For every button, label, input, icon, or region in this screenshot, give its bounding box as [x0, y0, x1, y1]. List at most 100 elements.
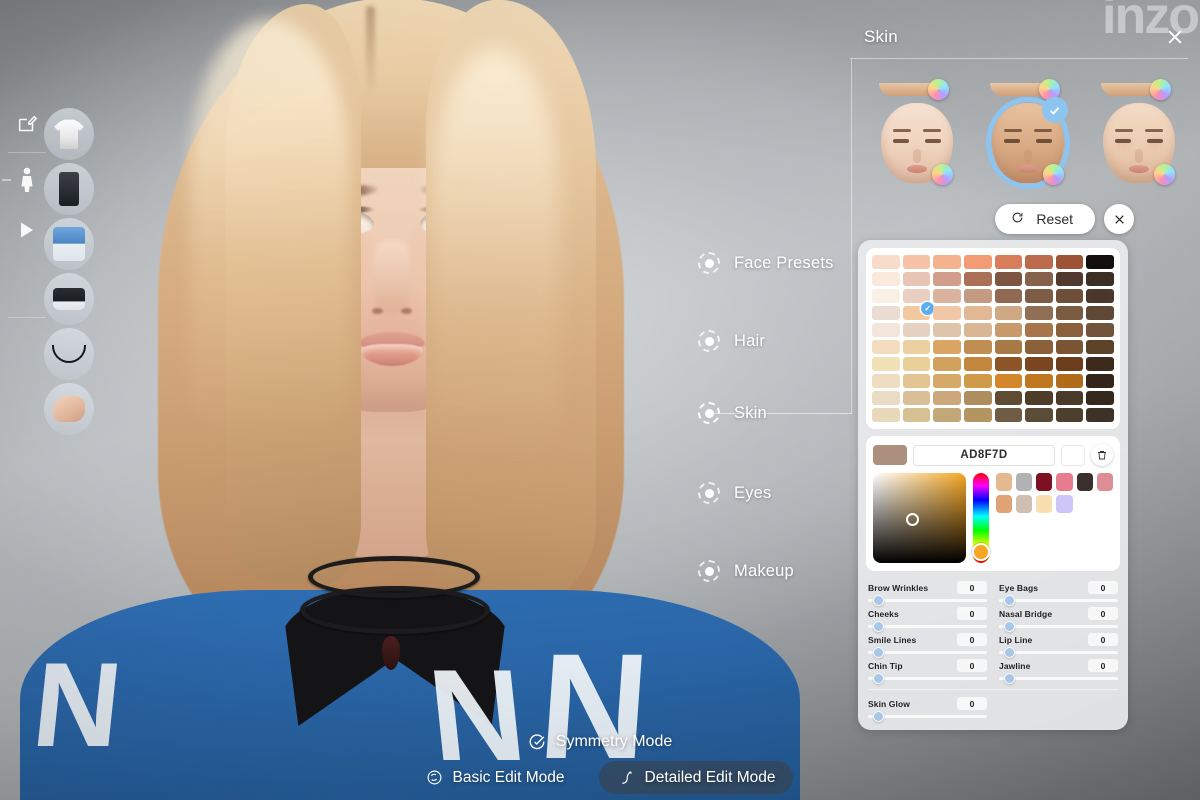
slider-track[interactable]	[999, 673, 1118, 684]
palette-swatch[interactable]	[1025, 357, 1053, 371]
menu-item-face-presets[interactable]: Face Presets	[698, 252, 834, 274]
palette-swatch[interactable]	[994, 323, 1023, 337]
palette-swatch[interactable]	[902, 357, 931, 371]
palette-swatch[interactable]	[994, 357, 1023, 371]
palette-swatch[interactable]	[963, 272, 992, 286]
palette-swatch[interactable]	[1086, 255, 1114, 269]
outfit-necklace[interactable]	[44, 328, 94, 380]
slider-thumb[interactable]	[1003, 595, 1015, 606]
palette-swatch[interactable]	[963, 340, 992, 354]
basic-edit-mode-button[interactable]: Basic Edit Mode	[407, 761, 583, 794]
palette-swatch[interactable]	[994, 289, 1023, 303]
menu-item-hair[interactable]: Hair	[698, 330, 765, 352]
body-icon[interactable]	[2, 163, 44, 197]
edit-icon[interactable]	[10, 108, 44, 142]
palette-swatch[interactable]	[1025, 255, 1053, 269]
palette-swatch[interactable]	[872, 340, 900, 354]
color-wheel-icon[interactable]	[1150, 79, 1172, 100]
slider-value[interactable]: 0	[1088, 581, 1118, 594]
recent-color-swatch[interactable]	[1016, 473, 1033, 491]
palette-swatch[interactable]	[933, 323, 961, 337]
palette-swatch[interactable]	[1055, 357, 1084, 371]
hue-slider[interactable]	[972, 473, 990, 563]
palette-swatch[interactable]	[1055, 289, 1084, 303]
recent-color-swatch[interactable]	[1076, 473, 1093, 491]
outfit-tshirt[interactable]	[44, 108, 94, 160]
slider-track[interactable]	[868, 595, 987, 606]
recent-color-swatch[interactable]	[1056, 473, 1073, 491]
color-wheel-icon[interactable]	[1042, 164, 1064, 185]
palette-swatch[interactable]	[1025, 289, 1053, 303]
palette-swatch[interactable]	[1086, 357, 1114, 371]
slider-value[interactable]: 0	[957, 607, 987, 620]
slider-value[interactable]: 0	[957, 633, 987, 646]
palette-swatch[interactable]	[933, 391, 961, 405]
hex-value-field[interactable]: AD8F7D	[913, 444, 1055, 466]
palette-swatch[interactable]	[1055, 255, 1084, 269]
palette-swatch[interactable]	[994, 391, 1023, 405]
palette-swatch[interactable]	[1055, 272, 1084, 286]
recent-color-swatch[interactable]	[1056, 495, 1073, 513]
skin-palette-grid[interactable]: ✓	[872, 255, 1114, 422]
face-preset-3[interactable]	[1095, 75, 1181, 193]
palette-swatch[interactable]	[1055, 374, 1084, 388]
palette-swatch[interactable]	[963, 255, 992, 269]
hue-slider-handle[interactable]	[972, 543, 990, 561]
slider-thumb[interactable]	[872, 673, 884, 684]
palette-swatch[interactable]	[963, 306, 992, 320]
palette-swatch[interactable]	[933, 289, 961, 303]
palette-swatch[interactable]	[902, 408, 931, 422]
palette-swatch[interactable]	[994, 374, 1023, 388]
palette-swatch[interactable]	[1055, 408, 1084, 422]
palette-swatch[interactable]	[902, 255, 931, 269]
palette-swatch[interactable]	[1055, 306, 1084, 320]
palette-swatch[interactable]	[1086, 340, 1114, 354]
palette-swatch[interactable]	[1086, 323, 1114, 337]
current-color-swatch[interactable]	[873, 445, 907, 465]
palette-swatch[interactable]	[872, 255, 900, 269]
slider-thumb[interactable]	[872, 595, 884, 606]
close-icon[interactable]	[1162, 24, 1188, 50]
palette-swatch[interactable]	[902, 374, 931, 388]
slider-thumb[interactable]	[1003, 647, 1015, 658]
alpha-swatch[interactable]	[1061, 444, 1085, 466]
color-wheel-icon[interactable]	[1154, 164, 1176, 185]
palette-swatch[interactable]	[1055, 323, 1084, 337]
editor-close-button[interactable]	[1104, 204, 1134, 234]
palette-swatch[interactable]	[963, 357, 992, 371]
palette-swatch[interactable]	[994, 340, 1023, 354]
palette-swatch[interactable]	[1025, 306, 1053, 320]
palette-swatch[interactable]	[994, 408, 1023, 422]
slider-value[interactable]: 0	[1088, 659, 1118, 672]
palette-swatch[interactable]	[963, 391, 992, 405]
palette-swatch[interactable]	[963, 323, 992, 337]
palette-swatch[interactable]	[902, 323, 931, 337]
palette-swatch[interactable]	[872, 408, 900, 422]
slider-value[interactable]: 0	[1088, 607, 1118, 620]
palette-swatch[interactable]	[872, 289, 900, 303]
palette-swatch[interactable]	[963, 408, 992, 422]
color-wheel-icon[interactable]	[931, 164, 953, 185]
reset-button[interactable]: Reset	[995, 204, 1095, 234]
palette-swatch[interactable]	[902, 391, 931, 405]
menu-item-skin[interactable]: Skin	[698, 402, 767, 424]
palette-swatch[interactable]	[1025, 408, 1053, 422]
menu-item-eyes[interactable]: Eyes	[698, 482, 771, 504]
recent-color-swatch[interactable]	[1096, 473, 1113, 491]
menu-item-makeup[interactable]: Makeup	[698, 560, 794, 582]
palette-swatch[interactable]	[1086, 272, 1114, 286]
palette-swatch[interactable]	[1086, 408, 1114, 422]
palette-swatch[interactable]	[963, 289, 992, 303]
slider-track[interactable]	[999, 621, 1118, 632]
slider-track[interactable]	[868, 647, 987, 658]
palette-swatch[interactable]	[1055, 391, 1084, 405]
recent-color-swatch[interactable]	[1036, 473, 1053, 491]
palette-swatch[interactable]	[963, 374, 992, 388]
sv-cursor-handle[interactable]	[905, 513, 919, 527]
slider-value[interactable]: 0	[957, 659, 987, 672]
palette-swatch[interactable]: ✓	[902, 302, 935, 320]
palette-swatch[interactable]	[933, 340, 961, 354]
slider-thumb[interactable]	[1003, 673, 1015, 684]
palette-swatch[interactable]	[994, 255, 1023, 269]
palette-swatch[interactable]	[933, 306, 961, 320]
